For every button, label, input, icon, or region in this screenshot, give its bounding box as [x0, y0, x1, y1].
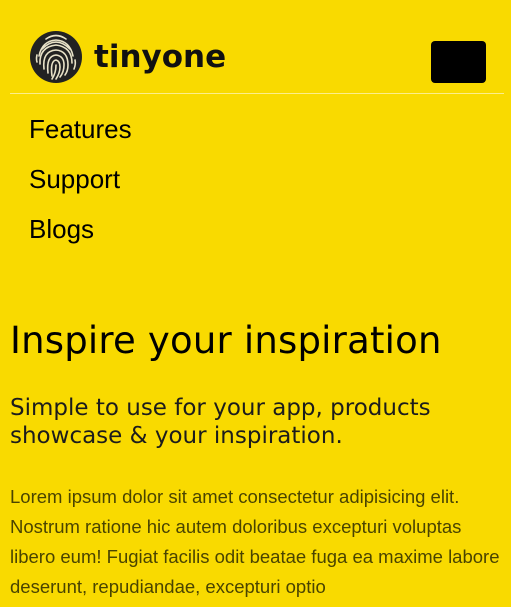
- menu-toggle-button[interactable]: [431, 41, 486, 83]
- hero-title: Inspire your inspiration: [10, 319, 442, 362]
- hero-subtitle: Simple to use for your app, products sho…: [10, 395, 431, 449]
- site-header: tinyone: [10, 0, 504, 94]
- nav-item-features: Features: [29, 110, 132, 160]
- fingerprint-icon: [30, 31, 82, 83]
- nav-item-support: Support: [29, 160, 132, 210]
- page: tinyone Features Support Blogs Inspire y…: [0, 0, 511, 607]
- main-nav: Features Support Blogs: [29, 110, 132, 260]
- nav-link-support[interactable]: Support: [29, 160, 132, 198]
- nav-link-features[interactable]: Features: [29, 110, 132, 148]
- brand-name: tinyone: [94, 38, 227, 75]
- nav-item-blogs: Blogs: [29, 210, 132, 260]
- brand-link[interactable]: tinyone: [28, 29, 226, 85]
- hero-body-text: Lorem ipsum dolor sit amet consectetur a…: [10, 486, 500, 597]
- nav-link-blogs[interactable]: Blogs: [29, 210, 132, 248]
